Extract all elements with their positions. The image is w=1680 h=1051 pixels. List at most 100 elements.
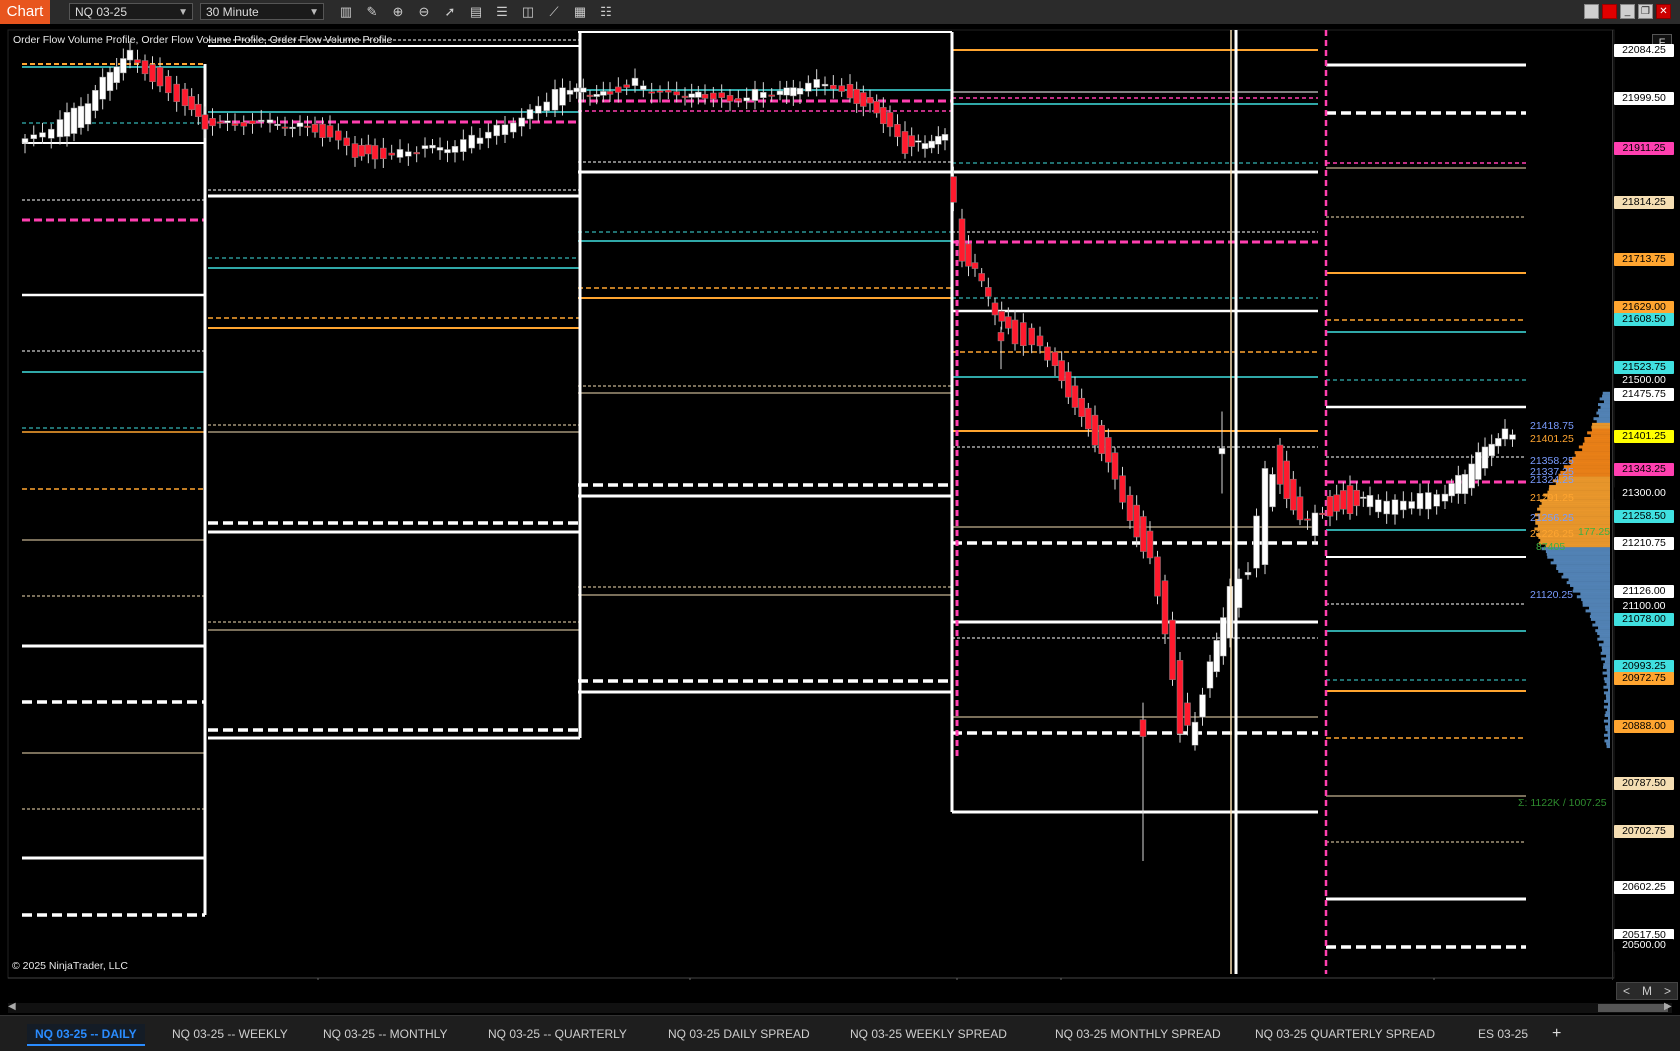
add-tab-button[interactable]: + <box>1552 1024 1561 1044</box>
candle-up <box>941 134 949 141</box>
candle-up <box>30 134 37 140</box>
chart-tab[interactable]: NQ 03-25 DAILY SPREAD <box>668 1024 810 1044</box>
candle-up <box>468 134 475 149</box>
minimize-icon[interactable]: _ <box>1620 4 1635 19</box>
candle-down <box>1051 351 1059 367</box>
candle-down <box>240 122 247 127</box>
candle-down <box>1011 319 1019 345</box>
candle-down <box>311 123 319 133</box>
candle-down <box>908 135 915 147</box>
candle-up <box>1220 617 1227 657</box>
candle-up <box>631 77 639 86</box>
strategy-icon[interactable]: ⟋ <box>545 3 563 21</box>
chart-tab[interactable]: NQ 03-25 -- MONTHLY <box>323 1024 447 1044</box>
volume-profile-bar <box>1608 688 1610 692</box>
candle-down <box>209 118 216 127</box>
maximize-icon[interactable]: ❐ <box>1638 4 1653 19</box>
candle-down <box>343 137 350 146</box>
scroll-left-button[interactable]: < <box>1623 983 1630 999</box>
volume-profile-bar <box>1589 615 1610 619</box>
chart-trader-icon[interactable]: ☷ <box>597 3 615 21</box>
horizontal-scrollbar[interactable]: ◀ ▶ <box>8 1001 1672 1013</box>
candle-down <box>1283 460 1290 500</box>
bar-style-icon[interactable]: ▥ <box>337 3 355 21</box>
chart-plot[interactable]: Jan 23Jan 24Jan 26Jan 27Jan 28 <box>0 24 1680 980</box>
candle-down <box>1098 424 1105 454</box>
price-label: 21713.75 <box>1614 253 1674 267</box>
candle-up <box>776 90 784 96</box>
chart-tab[interactable]: NQ 03-25 MONTHLY SPREAD <box>1055 1024 1221 1044</box>
volume-profile-bar <box>1605 711 1610 715</box>
candle-down <box>319 123 326 138</box>
indicators-icon[interactable]: ▦ <box>571 3 589 21</box>
data-box-icon[interactable]: ▤ <box>467 3 485 21</box>
candle-down <box>1126 494 1134 521</box>
volume-profile-bar <box>1597 632 1610 636</box>
scrollbar-thumb[interactable] <box>1598 1004 1668 1012</box>
volume-profile-bar <box>1590 434 1610 438</box>
price-label: 21210.75 <box>1614 537 1674 551</box>
candle-down <box>1176 660 1184 735</box>
scroll-right-button[interactable]: > <box>1664 983 1671 999</box>
candle-down <box>1105 437 1112 463</box>
candle-down <box>681 95 689 98</box>
scroll-left-arrow-icon[interactable]: ◀ <box>8 1001 16 1012</box>
volume-profile-bar <box>1582 603 1610 607</box>
chart-tab[interactable]: NQ 03-25 -- DAILY <box>27 1024 145 1046</box>
volume-profile-bar <box>1590 612 1610 616</box>
candle-up <box>1199 694 1206 718</box>
candle-down <box>1296 496 1304 521</box>
volume-profile-bar <box>1591 425 1610 429</box>
candle-down <box>860 92 867 107</box>
candle-up <box>928 140 935 149</box>
chart-tab[interactable]: NQ 03-25 -- QUARTERLY <box>488 1024 627 1044</box>
zoom-out-icon[interactable]: ⊖ <box>415 3 433 21</box>
interval-value: 30 Minute <box>206 5 259 19</box>
candle-down <box>173 83 180 102</box>
volume-profile-bar <box>1604 713 1610 717</box>
candle-up <box>1448 483 1455 497</box>
volume-profile-bar <box>1606 654 1610 658</box>
candle-down <box>201 114 209 130</box>
candle-down <box>880 107 887 125</box>
volume-profile-bar <box>1598 403 1610 407</box>
volume-profile-bar <box>1606 668 1610 672</box>
chart-tab[interactable]: NQ 03-25 QUARTERLY SPREAD <box>1255 1024 1435 1044</box>
price-label: 21475.75 <box>1614 387 1674 401</box>
volume-profile-bar <box>1556 567 1610 571</box>
chart-template-icon[interactable]: ◫ <box>519 3 537 21</box>
volume-profile-bar <box>1597 637 1610 641</box>
close-icon[interactable]: ✕ <box>1656 4 1671 19</box>
candle-down <box>1028 327 1035 346</box>
candle-down <box>997 332 1005 342</box>
price-label: 21100.00 <box>1614 600 1674 614</box>
scroll-right-arrow-icon[interactable]: ▶ <box>1664 1001 1672 1012</box>
volume-profile-bar <box>1600 651 1610 655</box>
candle-up <box>1425 492 1432 510</box>
volume-profile-bar <box>1604 739 1610 743</box>
instrument-selector[interactable]: NQ 03-25 ▼ <box>69 3 193 20</box>
chart-tab[interactable]: ES 03-25 <box>1478 1024 1528 1044</box>
volume-profile-bar <box>1550 561 1610 565</box>
interval-selector[interactable]: 30 Minute ▼ <box>200 3 324 20</box>
chart-tab[interactable]: NQ 03-25 -- WEEKLY <box>172 1024 288 1044</box>
volume-profile-bar <box>1566 581 1610 585</box>
price-label: 21814.25 <box>1614 196 1674 210</box>
properties-icon[interactable]: ☰ <box>493 3 511 21</box>
chart-tab[interactable]: NQ 03-25 WEEKLY SPREAD <box>850 1024 1007 1044</box>
restore-icon[interactable] <box>1584 4 1599 19</box>
candle-up <box>1400 500 1407 511</box>
candle-up <box>1253 515 1260 569</box>
zoom-in-icon[interactable]: ⊕ <box>389 3 407 21</box>
volume-profile-bar <box>1596 420 1610 424</box>
draw-tool-icon[interactable]: ✎ <box>363 3 381 21</box>
volume-profile-bar <box>1606 745 1610 749</box>
reset-scale-button[interactable]: M <box>1642 983 1652 999</box>
volume-profile-bar <box>1563 572 1610 576</box>
candle-up <box>224 120 231 124</box>
candle-down <box>1353 489 1360 507</box>
pointer-icon[interactable]: ➚ <box>441 3 459 21</box>
link-color-icon[interactable] <box>1602 4 1617 19</box>
candle-up <box>821 83 829 87</box>
volume-profile-bar <box>1593 417 1610 421</box>
